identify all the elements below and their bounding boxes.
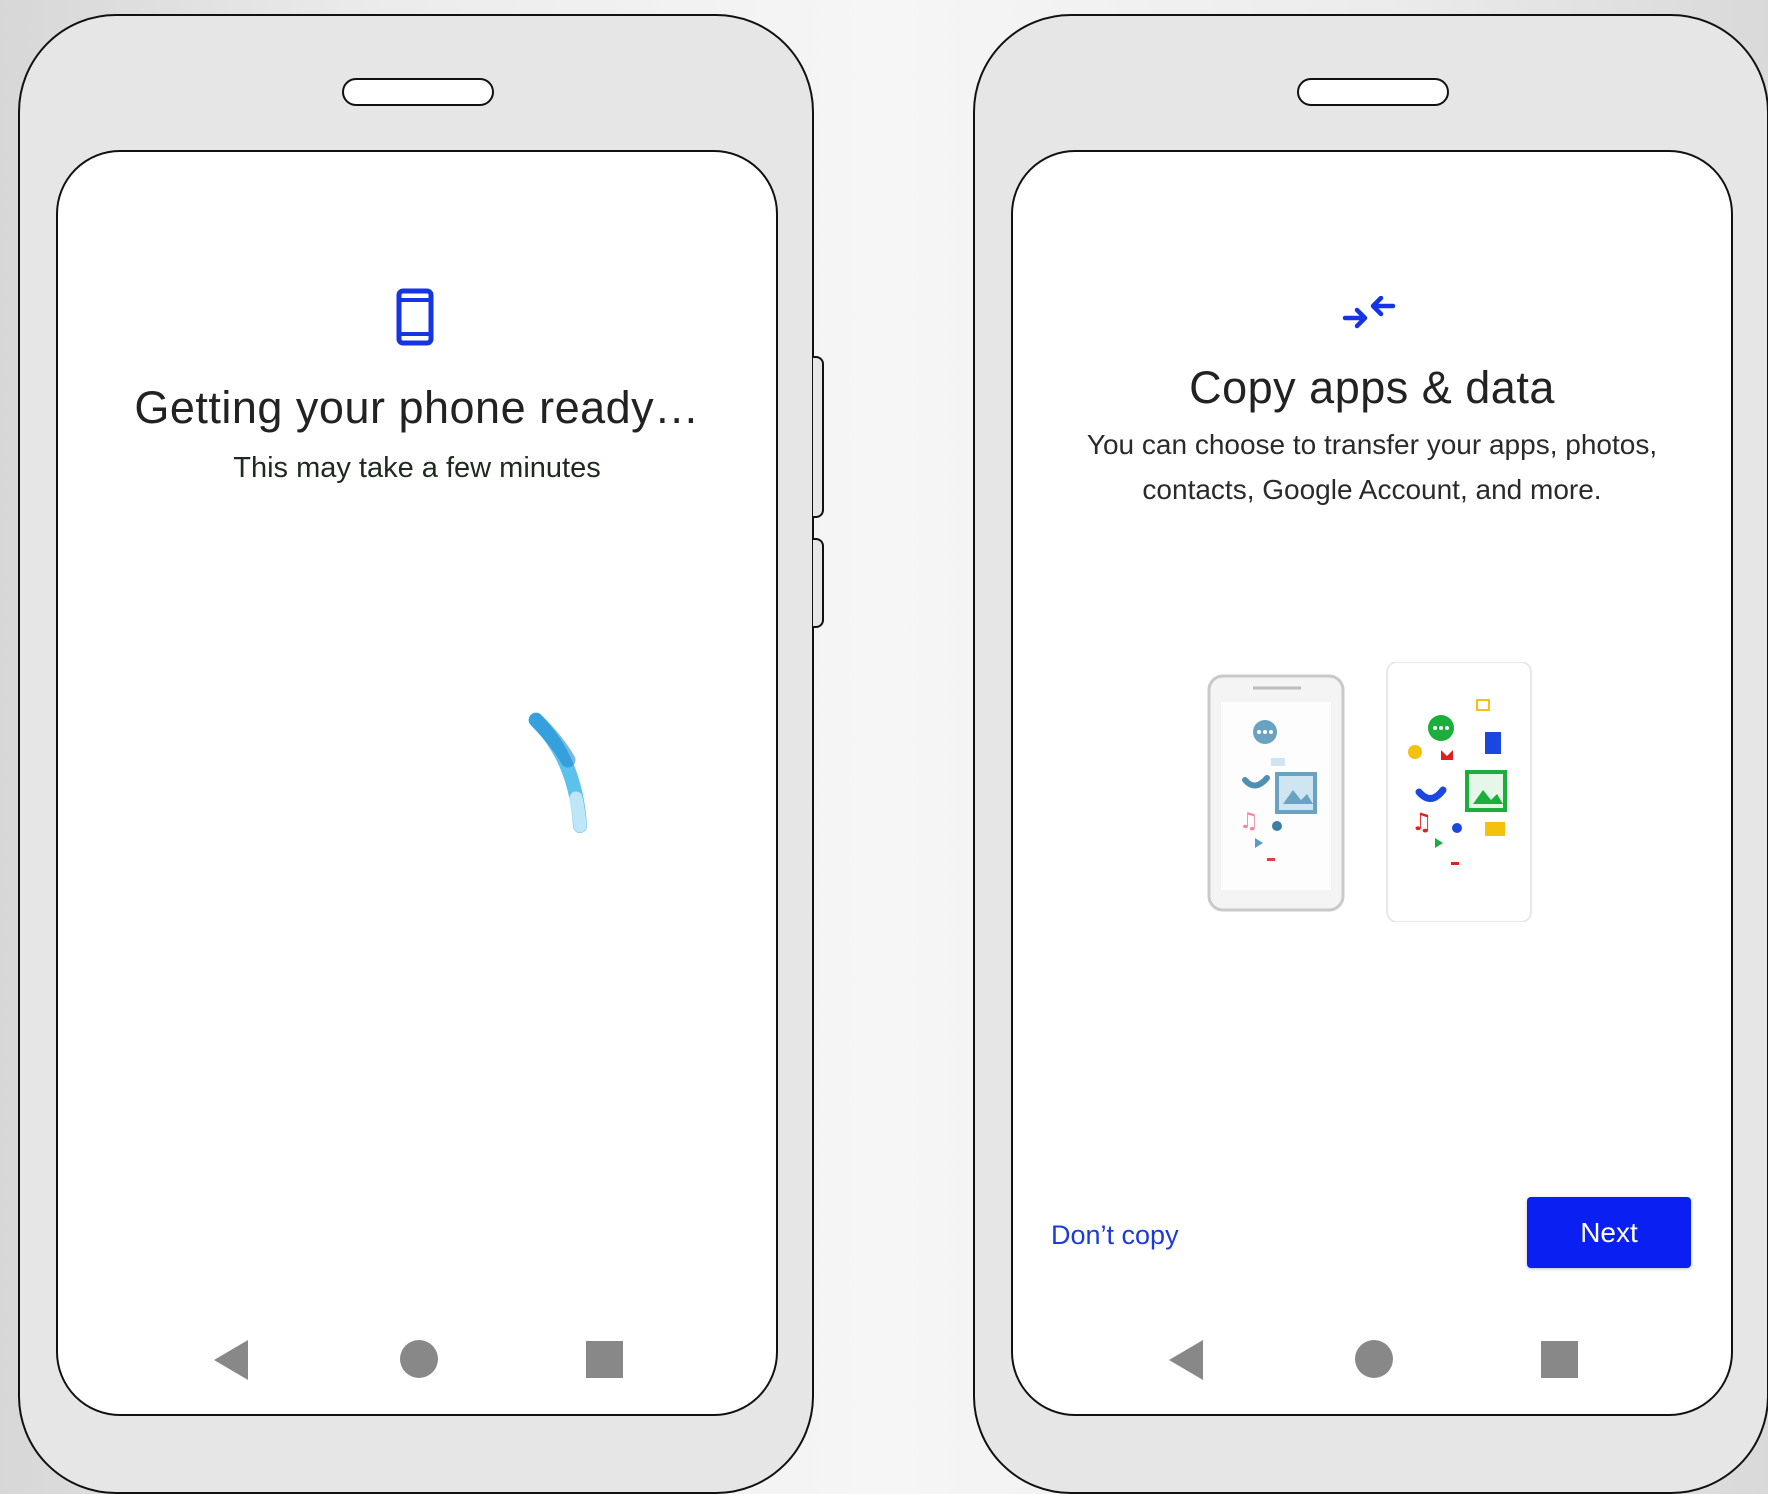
page-title: Getting your phone ready…	[134, 382, 700, 433]
page-subtitle: This may take a few minutes	[233, 452, 601, 484]
loading-spinner	[528, 708, 598, 843]
copy-arrows-icon	[1341, 295, 1397, 335]
page-description: You can choose to transfer your apps, ph…	[1086, 429, 1658, 505]
svg-text:♫: ♫	[1411, 808, 1433, 836]
volume-button	[813, 356, 824, 518]
dont-copy-button[interactable]: Don’t copy	[1051, 1220, 1179, 1251]
svg-text:♫: ♫	[1239, 809, 1259, 834]
screen-getting-ready: Getting your phone ready… This may take …	[56, 150, 778, 1416]
recents-icon[interactable]	[586, 1341, 623, 1378]
phone-frame-left: Getting your phone ready… This may take …	[18, 14, 824, 1494]
speaker-grille	[1297, 78, 1449, 106]
power-button	[813, 538, 824, 628]
speaker-grille	[342, 78, 494, 106]
home-icon[interactable]	[400, 1340, 438, 1378]
navigation-bar	[1013, 1332, 1731, 1384]
navigation-bar	[58, 1332, 776, 1384]
recents-icon[interactable]	[1541, 1341, 1578, 1378]
back-icon[interactable]	[214, 1340, 248, 1380]
back-icon[interactable]	[1169, 1340, 1203, 1380]
page-title: Copy apps & data	[1189, 362, 1555, 413]
next-button[interactable]: Next	[1527, 1197, 1691, 1268]
home-icon[interactable]	[1355, 1340, 1393, 1378]
smartphone-icon	[396, 288, 434, 351]
phone-frame-right: Copy apps & data You can choose to trans…	[973, 14, 1768, 1494]
screen-copy-apps: Copy apps & data You can choose to trans…	[1011, 150, 1733, 1416]
transfer-illustration: ♫ ♫	[1205, 661, 1535, 927]
